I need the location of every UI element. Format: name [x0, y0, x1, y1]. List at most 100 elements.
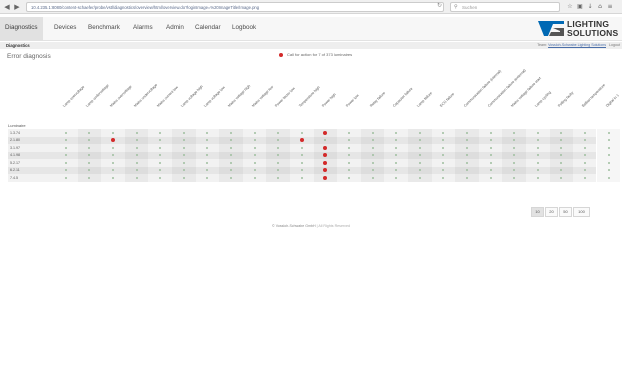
status-cell[interactable]: [101, 159, 125, 167]
status-cell[interactable]: [455, 152, 479, 160]
status-cell[interactable]: [455, 174, 479, 182]
status-cell[interactable]: [384, 144, 408, 152]
status-cell[interactable]: [573, 137, 597, 145]
status-cell[interactable]: [573, 167, 597, 175]
browser-search-input[interactable]: ⚲ Suchen: [450, 2, 560, 12]
status-cell[interactable]: [101, 174, 125, 182]
status-cell[interactable]: [314, 174, 338, 182]
status-cell[interactable]: [219, 167, 243, 175]
status-cell[interactable]: [432, 137, 456, 145]
status-cell[interactable]: [54, 174, 78, 182]
logout-link[interactable]: Logout: [609, 43, 620, 47]
status-cell[interactable]: [573, 174, 597, 182]
status-cell[interactable]: [78, 152, 102, 160]
status-cell[interactable]: [125, 167, 149, 175]
status-cell[interactable]: [314, 159, 338, 167]
status-cell[interactable]: [290, 159, 314, 167]
status-cell[interactable]: [266, 144, 290, 152]
status-cell[interactable]: [243, 174, 267, 182]
page-size-button[interactable]: 20: [545, 207, 558, 217]
status-cell[interactable]: [101, 167, 125, 175]
status-cell[interactable]: [266, 137, 290, 145]
status-cell[interactable]: [266, 159, 290, 167]
status-cell[interactable]: [101, 144, 125, 152]
status-cell[interactable]: [408, 167, 432, 175]
status-cell[interactable]: [455, 129, 479, 137]
nav-admin[interactable]: Admin: [166, 24, 184, 31]
status-cell[interactable]: [384, 159, 408, 167]
status-cell[interactable]: [479, 174, 503, 182]
menu-icon[interactable]: ≡: [606, 3, 614, 10]
status-cell[interactable]: [432, 159, 456, 167]
status-cell[interactable]: [314, 167, 338, 175]
status-cell[interactable]: [78, 167, 102, 175]
forward-icon[interactable]: ▶: [13, 3, 21, 11]
status-cell[interactable]: [243, 137, 267, 145]
status-cell[interactable]: [125, 152, 149, 160]
status-cell[interactable]: [550, 129, 574, 137]
nav-calendar[interactable]: Calendar: [195, 24, 221, 31]
status-cell[interactable]: [502, 129, 526, 137]
status-cell[interactable]: [314, 129, 338, 137]
status-cell[interactable]: [550, 167, 574, 175]
status-cell[interactable]: [502, 174, 526, 182]
status-cell[interactable]: [78, 137, 102, 145]
status-cell[interactable]: [78, 129, 102, 137]
status-cell[interactable]: [54, 167, 78, 175]
status-cell[interactable]: [219, 129, 243, 137]
table-row[interactable]: 4.1.98: [8, 151, 610, 160]
status-cell[interactable]: [219, 159, 243, 167]
status-cell[interactable]: [597, 144, 621, 152]
status-cell[interactable]: [125, 129, 149, 137]
status-cell[interactable]: [196, 129, 220, 137]
nav-logbook[interactable]: Logbook: [232, 24, 256, 31]
status-cell[interactable]: [243, 167, 267, 175]
status-cell[interactable]: [597, 129, 621, 137]
status-cell[interactable]: [573, 144, 597, 152]
status-cell[interactable]: [266, 129, 290, 137]
status-cell[interactable]: [502, 159, 526, 167]
status-cell[interactable]: [125, 174, 149, 182]
status-cell[interactable]: [172, 174, 196, 182]
status-cell[interactable]: [337, 174, 361, 182]
back-icon[interactable]: ◀: [3, 3, 11, 11]
status-cell[interactable]: [432, 152, 456, 160]
status-cell[interactable]: [196, 167, 220, 175]
status-cell[interactable]: [573, 129, 597, 137]
luminaire-id[interactable]: 7.4.5: [10, 176, 18, 180]
status-cell[interactable]: [337, 159, 361, 167]
status-cell[interactable]: [337, 129, 361, 137]
status-cell[interactable]: [148, 129, 172, 137]
status-cell[interactable]: [408, 159, 432, 167]
status-cell[interactable]: [219, 137, 243, 145]
status-cell[interactable]: [243, 159, 267, 167]
status-cell[interactable]: [172, 137, 196, 145]
table-row[interactable]: 1.3.74: [8, 129, 610, 137]
table-row[interactable]: 5.2.17: [8, 159, 610, 167]
status-cell[interactable]: [361, 159, 385, 167]
status-cell[interactable]: [455, 137, 479, 145]
status-cell[interactable]: [526, 174, 550, 182]
status-cell[interactable]: [502, 137, 526, 145]
status-cell[interactable]: [479, 159, 503, 167]
status-cell[interactable]: [502, 144, 526, 152]
status-cell[interactable]: [54, 152, 78, 160]
status-cell[interactable]: [148, 159, 172, 167]
status-cell[interactable]: [125, 159, 149, 167]
table-row[interactable]: 6.2.11: [8, 166, 610, 175]
status-cell[interactable]: [337, 152, 361, 160]
status-cell[interactable]: [597, 152, 621, 160]
status-cell[interactable]: [597, 174, 621, 182]
status-cell[interactable]: [101, 137, 125, 145]
status-cell[interactable]: [243, 144, 267, 152]
status-cell[interactable]: [314, 137, 338, 145]
status-cell[interactable]: [290, 137, 314, 145]
luminaire-id[interactable]: 1.3.74: [10, 131, 20, 135]
status-cell[interactable]: [361, 129, 385, 137]
status-cell[interactable]: [78, 174, 102, 182]
status-cell[interactable]: [219, 152, 243, 160]
star-icon[interactable]: ☆: [566, 3, 574, 10]
status-cell[interactable]: [479, 144, 503, 152]
status-cell[interactable]: [148, 167, 172, 175]
status-cell[interactable]: [78, 144, 102, 152]
